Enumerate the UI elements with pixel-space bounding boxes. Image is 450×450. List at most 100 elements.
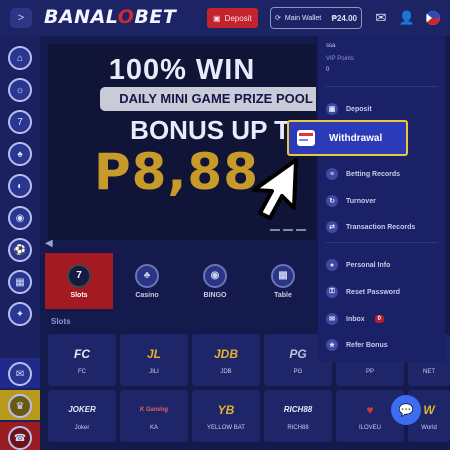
- game-tile-jili[interactable]: JL JILI: [120, 334, 188, 386]
- sidebar-home-icon[interactable]: ⌂: [8, 46, 32, 70]
- menu-item-transaction-records[interactable]: ⇄ Transaction Records: [326, 220, 415, 234]
- provider-logo: PG: [289, 346, 307, 361]
- bingo-icon: ◉: [203, 263, 227, 288]
- banner-amount: P8,88: [94, 143, 260, 201]
- menu-item-label: Betting Records: [346, 170, 401, 178]
- sidebar-table-icon[interactable]: ▦: [8, 270, 32, 294]
- menu-item-reset-password[interactable]: ⚿ Reset Password: [326, 285, 400, 299]
- chat-icon[interactable]: 💬: [391, 395, 421, 425]
- tab-label: Table: [274, 291, 292, 299]
- provider-name: World: [421, 424, 437, 431]
- deposit-icon: ▣: [326, 103, 338, 115]
- menu-item-label: Deposit: [346, 105, 372, 113]
- refer-bonus-icon: ★: [326, 339, 338, 351]
- menu-item-inbox[interactable]: ✉ Inbox 0: [326, 312, 385, 326]
- sidebar-bingo-icon[interactable]: ◉: [8, 206, 32, 230]
- refresh-icon[interactable]: ⟳: [275, 14, 281, 22]
- provider-logo: W: [423, 402, 435, 417]
- tab-casino[interactable]: ♣ Casino: [113, 253, 181, 309]
- menu-item-label: Turnover: [346, 197, 376, 205]
- wallet-label: Main Wallet: [284, 14, 322, 22]
- divider: [326, 242, 438, 243]
- sidebar-hot-icon[interactable]: ☼: [8, 78, 32, 102]
- game-tile-joker[interactable]: JOKER Joker: [48, 390, 116, 442]
- tab-label: Slots: [70, 291, 88, 299]
- menu-item-deposit[interactable]: ▣ Deposit: [326, 102, 372, 116]
- site-logo[interactable]: BANALOBET: [44, 6, 176, 28]
- tab-table[interactable]: ▦ Table: [249, 253, 317, 309]
- provider-name: JDB: [220, 368, 232, 375]
- provider-logo: JDB: [213, 346, 238, 361]
- logo-text-right: BET: [134, 6, 177, 28]
- tab-label: Casino: [135, 291, 159, 299]
- menu-item-turnover[interactable]: ↻ Turnover: [326, 194, 376, 208]
- banner-headline: 100% WIN: [108, 54, 256, 86]
- divider: [326, 86, 438, 87]
- provider-name: KA: [149, 424, 158, 431]
- menu-item-label: Transaction Records: [346, 223, 416, 231]
- tab-bingo[interactable]: ◉ BINGO: [181, 253, 249, 309]
- menu-item-betting-records[interactable]: ≡ Betting Records: [326, 167, 400, 181]
- turnover-icon: ↻: [326, 195, 338, 207]
- menu-item-refer-bonus[interactable]: ★ Refer Bonus: [326, 338, 388, 352]
- provider-logo: RICH88: [283, 404, 313, 414]
- menu-item-label: Inbox: [346, 315, 365, 323]
- top-bar: > BANALOBET ▣ Deposit ⟳ Main Wallet ₱24.…: [0, 0, 450, 36]
- banner-pagination[interactable]: [270, 229, 306, 231]
- mail-icon[interactable]: ✉: [372, 9, 390, 27]
- tab-label: BINGO: [203, 291, 227, 299]
- menu-item-label: Personal Info: [346, 261, 391, 269]
- menu-item-label: Refer Bonus: [346, 341, 388, 349]
- banner-subtitle: DAILY MINI GAME PRIZE POOL: [100, 87, 316, 111]
- tab-slots[interactable]: 7 Slots: [45, 253, 113, 309]
- sidebar-cockfight-icon[interactable]: ✦: [8, 302, 32, 326]
- provider-logo: JL: [146, 346, 161, 361]
- game-tile-jdb[interactable]: JDB JDB: [192, 334, 260, 386]
- vip-points-label: VIP Points: [326, 56, 354, 62]
- main-wallet-selector[interactable]: ⟳ Main Wallet ₱24.00: [270, 7, 362, 29]
- philippines-flag-icon[interactable]: [424, 9, 442, 27]
- betting-records-icon: ≡: [326, 168, 338, 180]
- user-dropdown-menu: ssa VIP Points 0 ▣ Deposit ≡ Betting Recor…: [318, 36, 445, 362]
- game-tile-ka[interactable]: K Gaming KA: [120, 390, 188, 442]
- game-tile-yellow-bat[interactable]: YB YELLOW BAT: [192, 390, 260, 442]
- user-icon[interactable]: 👤: [398, 9, 416, 27]
- provider-name: NET: [423, 368, 435, 375]
- withdrawal-icon: [297, 130, 315, 146]
- sidebar-slots-icon[interactable]: 7: [8, 110, 32, 134]
- game-tile-rich88[interactable]: RICH88 RICH88: [264, 390, 332, 442]
- sidebar-referral-icon[interactable]: ☎: [8, 426, 32, 450]
- sidebar: ⌂ ☼ 7 ♠ ◐ ◉ ⚽ ▦ ✦ ✉ ♛ ☎: [0, 36, 40, 450]
- provider-logo: ♥: [366, 402, 374, 417]
- menu-item-personal-info[interactable]: ● Personal Info: [326, 258, 390, 272]
- banner-bonus-text: BONUS UP TO: [130, 115, 310, 145]
- provider-name: FC: [78, 368, 86, 375]
- wallet-icon: ▣: [213, 13, 221, 23]
- deposit-button-label: Deposit: [224, 13, 252, 23]
- deposit-button[interactable]: ▣ Deposit: [207, 8, 258, 28]
- game-tile-fc[interactable]: FC FC: [48, 334, 116, 386]
- sidebar-vip-icon[interactable]: ♛: [8, 394, 32, 418]
- menu-item-label: Withdrawal: [329, 132, 383, 144]
- provider-name: Joker: [74, 424, 90, 431]
- provider-name: ILOVEU: [358, 424, 381, 431]
- slots-icon: 7: [67, 263, 91, 288]
- inbox-count-badge: 0: [374, 315, 385, 323]
- personal-info-icon: ●: [326, 259, 338, 271]
- sidebar-expand-icon[interactable]: >: [10, 8, 32, 28]
- provider-name: PP: [365, 368, 374, 375]
- provider-name: JILI: [149, 368, 159, 375]
- sidebar-fish-icon[interactable]: ◐: [8, 174, 32, 198]
- section-title: Slots: [51, 317, 71, 326]
- announcement-icon[interactable]: ◀: [45, 238, 55, 249]
- reset-password-icon: ⚿: [326, 286, 338, 298]
- sidebar-casino-icon[interactable]: ♠: [8, 142, 32, 166]
- transaction-records-icon: ⇄: [326, 221, 338, 233]
- menu-item-withdrawal[interactable]: Withdrawal: [287, 120, 408, 156]
- sidebar-promo-icon[interactable]: ✉: [8, 362, 32, 386]
- menu-item-label: Reset Password: [346, 288, 401, 296]
- provider-name: PG: [293, 368, 303, 375]
- logo-text-o: O: [117, 6, 135, 28]
- sidebar-sports-icon[interactable]: ⚽: [8, 238, 32, 262]
- vip-points-value: 0: [326, 67, 330, 73]
